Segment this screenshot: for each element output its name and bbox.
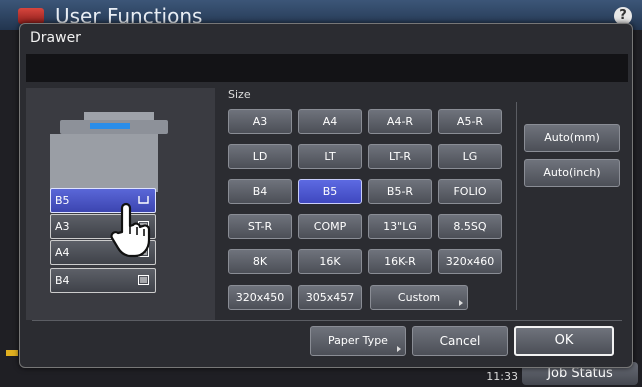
size-button-b5[interactable]: B5 xyxy=(298,179,362,204)
size-button-16k[interactable]: 16K xyxy=(298,249,362,274)
custom-size-label: Custom xyxy=(397,291,441,304)
size-button-st-r[interactable]: ST-R xyxy=(228,214,292,239)
size-button-b4[interactable]: B4 xyxy=(228,179,292,204)
submenu-arrow-icon xyxy=(397,346,401,352)
paper-stack-icon xyxy=(138,275,149,285)
vertical-divider xyxy=(516,102,517,310)
size-label: Size xyxy=(228,88,251,101)
size-button-lg[interactable]: LG xyxy=(438,144,502,169)
size-button-b5-r[interactable]: B5-R xyxy=(368,179,432,204)
dialog-title: Drawer xyxy=(30,30,81,46)
size-button-320x450[interactable]: 320x450 xyxy=(228,285,292,310)
size-button-16k-r[interactable]: 16K-R xyxy=(368,249,432,274)
size-button-320x460[interactable]: 320x460 xyxy=(438,249,502,274)
size-button-lt-r[interactable]: LT-R xyxy=(368,144,432,169)
drawer-label: B4 xyxy=(55,274,70,287)
ok-button[interactable]: OK xyxy=(514,326,614,356)
drawer-label: A4 xyxy=(55,246,70,259)
drawer-4[interactable]: B4 xyxy=(50,268,156,293)
submenu-arrow-icon xyxy=(459,300,463,306)
horizontal-divider xyxy=(32,320,622,321)
size-button-a5-r[interactable]: A5-R xyxy=(438,109,502,134)
size-button-lt[interactable]: LT xyxy=(298,144,362,169)
status-indicator xyxy=(6,350,18,356)
auto-inch-button[interactable]: Auto(inch) xyxy=(524,159,620,187)
size-button-ld[interactable]: LD xyxy=(228,144,292,169)
auto-mm-button[interactable]: Auto(mm) xyxy=(524,124,620,152)
size-button-305x457[interactable]: 305x457 xyxy=(298,285,362,310)
size-button-a4-r[interactable]: A4-R xyxy=(368,109,432,134)
paper-type-button[interactable]: Paper Type xyxy=(310,326,406,356)
cancel-button[interactable]: Cancel xyxy=(412,326,508,356)
drawer-dialog: Drawer B5 A3 A4 B4 Size A3 A4 A4-R A5-R … xyxy=(19,23,633,368)
drawer-panel: B5 A3 A4 B4 xyxy=(26,88,215,320)
printer-body-illustration xyxy=(50,134,158,192)
printer-panel-illustration xyxy=(90,123,130,129)
size-button-a4[interactable]: A4 xyxy=(298,109,362,134)
user-functions-icon xyxy=(18,8,44,24)
paper-type-label: Paper Type xyxy=(328,334,388,347)
pointing-hand-icon xyxy=(110,202,151,258)
message-bar xyxy=(26,54,628,82)
custom-size-button[interactable]: Custom xyxy=(370,285,468,310)
size-button-8-5sq[interactable]: 8.5SQ xyxy=(438,214,502,239)
drawer-label: A3 xyxy=(55,220,70,233)
size-button-comp[interactable]: COMP xyxy=(298,214,362,239)
size-button-folio[interactable]: FOLIO xyxy=(438,179,502,204)
size-button-8k[interactable]: 8K xyxy=(228,249,292,274)
drawer-label: B5 xyxy=(55,194,70,207)
size-button-13lg[interactable]: 13"LG xyxy=(368,214,432,239)
size-button-a3[interactable]: A3 xyxy=(228,109,292,134)
